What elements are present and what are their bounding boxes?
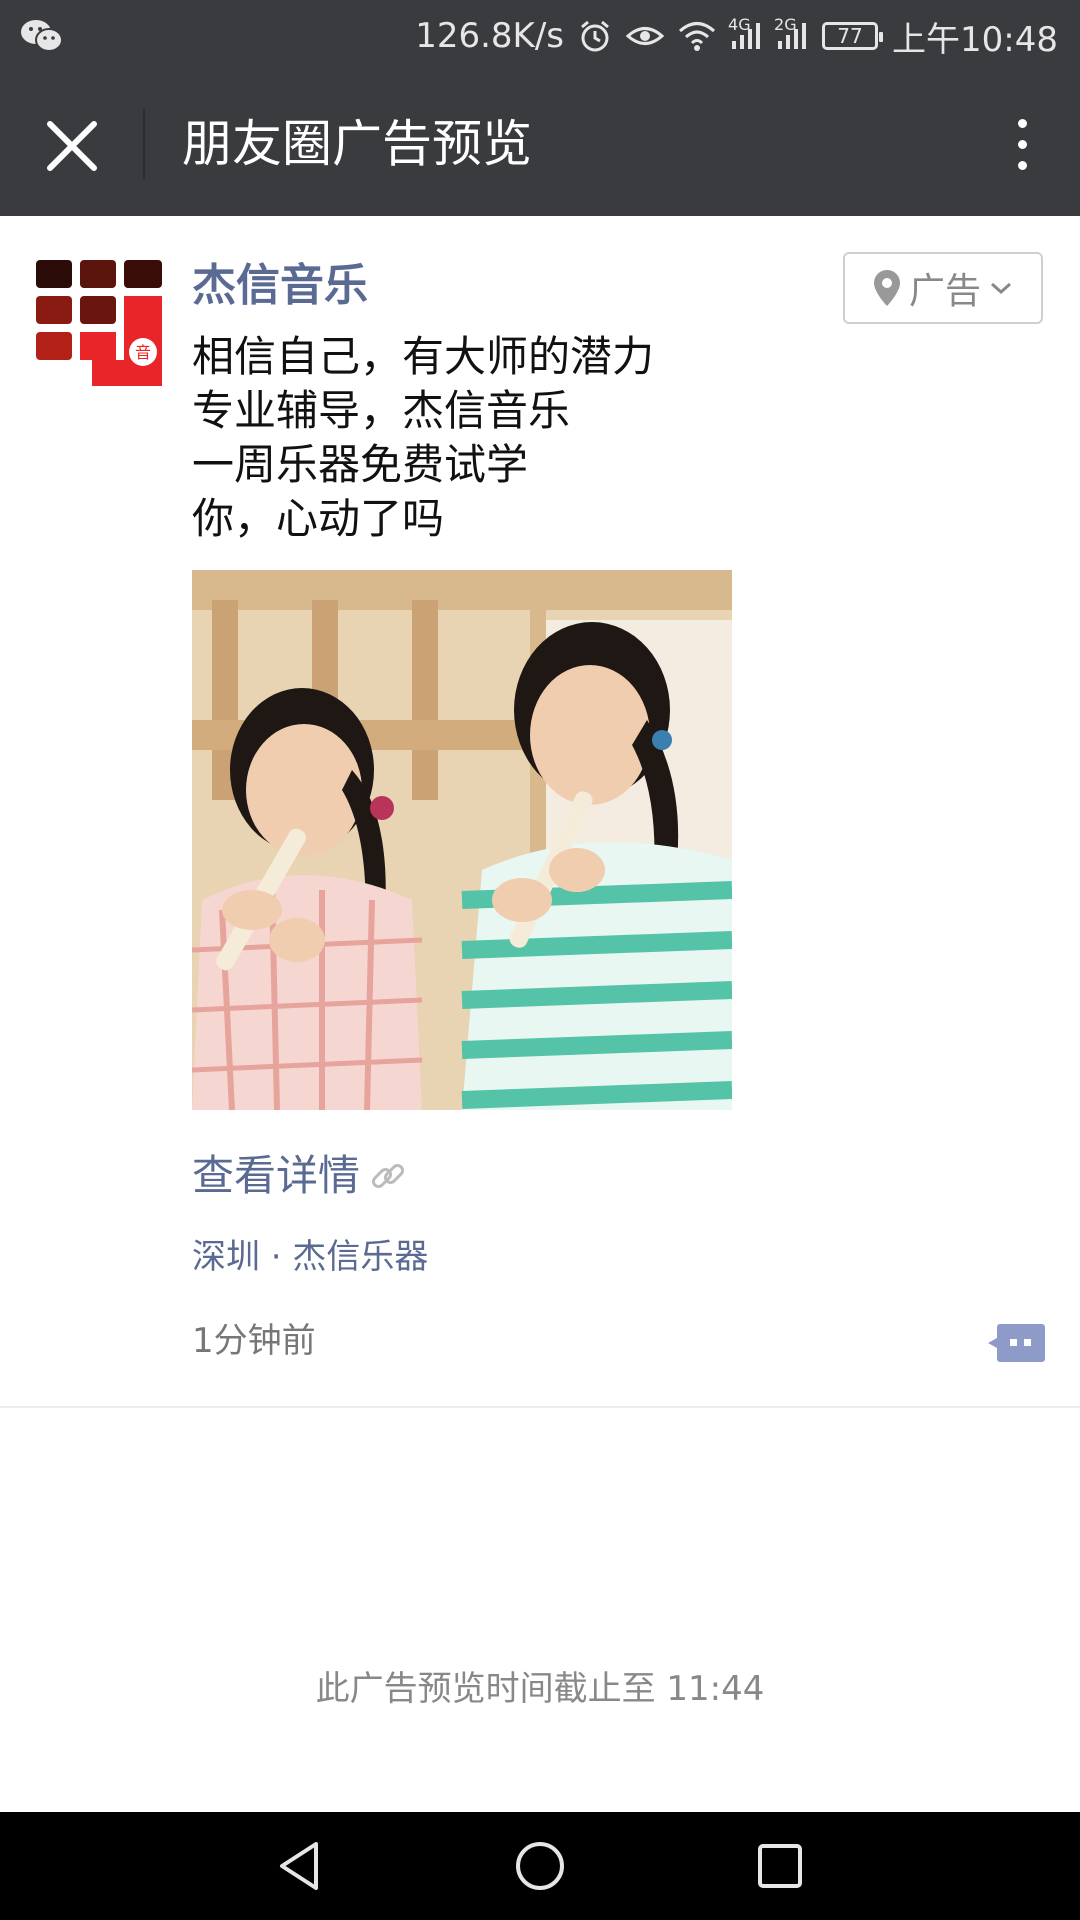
signal-2g: 2G — [774, 15, 808, 51]
navigation-bar — [0, 1812, 1080, 1920]
view-details-label: 查看详情 — [192, 1151, 361, 1200]
alarm-icon — [581, 20, 609, 52]
post-text-line: 你，心动了吗 — [192, 494, 445, 543]
more-vert-icon[interactable] — [994, 108, 1050, 180]
signal-4g: 4G — [728, 15, 762, 51]
location-pin-icon — [873, 270, 900, 306]
post-divider — [0, 1406, 1080, 1408]
post-text-line: 专业辅导，杰信音乐 — [192, 386, 571, 435]
network-speed: 126.8K/s — [415, 16, 565, 56]
chevron-down-icon — [991, 282, 1011, 295]
title-bar: 朋友圈广告预览 — [0, 72, 1080, 216]
view-details-link[interactable]: 查看详情 — [192, 1146, 408, 1206]
post-timestamp: 1分钟前 — [192, 1321, 316, 1361]
location-link[interactable]: 深圳 · 杰信乐器 — [192, 1232, 428, 1282]
expiry-notice: 此广告预览时间截止至 11:44 — [315, 1669, 765, 1709]
ad-badge[interactable]: 广告 — [843, 252, 1043, 324]
post-text-line: 一周乐器免费试学 — [192, 440, 529, 489]
status-bar: 126.8K/s 4G 2G 77 上午10:48 — [0, 0, 1080, 72]
battery-indicator: 77 — [822, 22, 884, 50]
ad-image[interactable] — [192, 570, 732, 1110]
post-text-line: 相信自己，有大师的潜力 — [192, 332, 655, 381]
wechat-icon — [21, 20, 63, 52]
avatar[interactable]: 音 — [36, 260, 162, 386]
recents-icon[interactable] — [750, 1836, 810, 1896]
eye-icon — [626, 27, 665, 45]
advertiser-name[interactable]: 杰信音乐 — [192, 254, 368, 318]
link-icon — [371, 1163, 405, 1189]
back-icon[interactable] — [270, 1836, 330, 1896]
post-text: 相信自己，有大师的潜力 专业辅导，杰信音乐 一周乐器免费试学 你，心动了吗 — [192, 330, 654, 546]
ad-label: 广告 — [908, 271, 981, 312]
home-icon[interactable] — [510, 1836, 570, 1896]
wifi-icon — [679, 22, 716, 51]
title-divider — [143, 108, 145, 180]
close-icon[interactable] — [40, 114, 104, 178]
comment-icon[interactable] — [986, 1318, 1046, 1368]
clock: 上午10:48 — [892, 19, 1058, 60]
svg-text:音: 音 — [135, 343, 151, 362]
page-title: 朋友圈广告预览 — [182, 115, 532, 173]
